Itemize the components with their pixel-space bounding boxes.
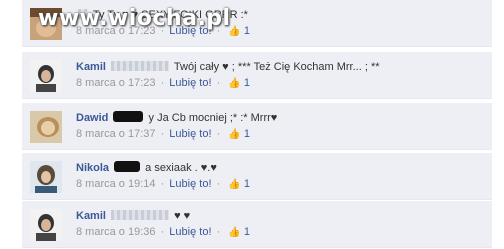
comment-author[interactable]: Kamil (76, 210, 106, 222)
like-count[interactable]: 1 (244, 25, 250, 37)
redacted-name (111, 210, 170, 220)
comment-item: Kamil ♥ ♥ 8 marca o 19:36 · Lubię to! · … (22, 201, 492, 248)
thumbs-up-icon: 👍 (228, 78, 241, 89)
avatar[interactable] (30, 60, 62, 92)
like-count[interactable]: 1 (244, 178, 250, 190)
comment-text: ♥ ♥ (174, 210, 191, 222)
comment-text: y Ja Cb mocniej ;* :* Mrrr♥ (148, 112, 278, 124)
comment-item: Kamil Twój cały ♥ ; *** Też Cię Kocham M… (22, 52, 492, 99)
comment-body: Dawid y Ja Cb mocniej ;* :* Mrrr♥ (76, 111, 277, 125)
avatar[interactable] (30, 111, 62, 143)
comment-author[interactable]: Dawid (76, 112, 108, 124)
comment-meta: 8 marca o 19:14 · Lubię to! · 👍 1 (76, 178, 250, 190)
like-count[interactable]: 1 (244, 226, 250, 238)
thumbs-up-icon: 👍 (228, 227, 241, 238)
comment-date[interactable]: 8 marca o 17:37 (76, 128, 156, 140)
comment-date[interactable]: 8 marca o 19:36 (76, 226, 156, 238)
comment-text: a sexiaak . ♥.♥ (145, 162, 217, 174)
comment-author[interactable]: Nikola (76, 162, 109, 174)
comment-date[interactable]: 8 marca o 17:23 (76, 77, 156, 89)
comment-meta: 8 marca o 19:36 · Lubię to! · 👍 1 (76, 226, 250, 238)
redacted-name (113, 111, 144, 122)
comment-author[interactable]: Kamil (76, 61, 106, 73)
like-link[interactable]: Lubię to! (169, 77, 211, 89)
site-watermark: www.wiocha.pl (38, 6, 231, 31)
comment-meta: 8 marca o 17:37 · Lubię to! · 👍 1 (76, 128, 250, 140)
comment-item: Nikola a sexiaak . ♥.♥ 8 marca o 19:14 ·… (22, 153, 492, 200)
like-count[interactable]: 1 (244, 128, 250, 140)
like-link[interactable]: Lubię to! (169, 178, 211, 190)
comment-body: Nikola a sexiaak . ♥.♥ (76, 161, 217, 175)
comment-meta: 8 marca o 17:23 · Lubię to! · 👍 1 (76, 77, 250, 89)
comment-body: Kamil ♥ ♥ (76, 209, 190, 223)
avatar[interactable] (30, 209, 62, 241)
thumbs-up-icon: 👍 (228, 129, 241, 140)
comment-item: Dawid y Ja Cb mocniej ;* :* Mrrr♥ 8 marc… (22, 103, 492, 150)
comment-body: Kamil Twój cały ♥ ; *** Też Cię Kocham M… (76, 60, 380, 74)
avatar[interactable] (30, 161, 62, 193)
redacted-name (114, 161, 141, 172)
like-link[interactable]: Lubię to! (169, 128, 211, 140)
like-link[interactable]: Lubię to! (169, 226, 211, 238)
thumbs-up-icon: 👍 (228, 179, 241, 190)
like-count[interactable]: 1 (244, 77, 250, 89)
comment-feed: Ty Ty ♥ ♥ SEXY FOtKI GRRR :* 8 marca o 1… (22, 0, 492, 249)
comment-date[interactable]: 8 marca o 19:14 (76, 178, 156, 190)
redacted-name (111, 61, 170, 71)
comment-text: Twój cały ♥ ; *** Też Cię Kocham Mrr... … (173, 61, 380, 73)
